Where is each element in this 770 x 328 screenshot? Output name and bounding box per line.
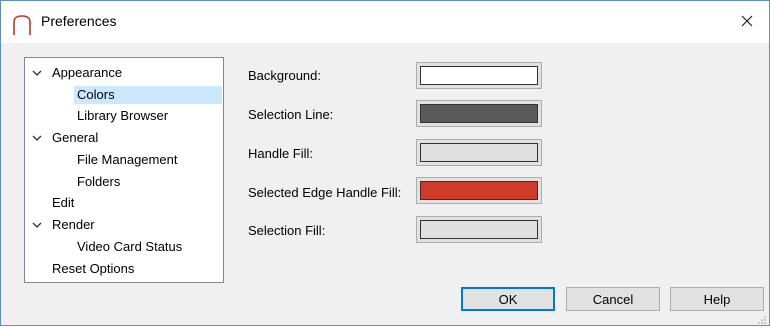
handle-fill-color-button[interactable] [416,139,542,166]
tree-item-label: Video Card Status [77,239,183,254]
selection-line-color-button[interactable] [416,100,542,127]
background-label: Background: [248,68,321,83]
title-bar[interactable]: Preferences [1,1,769,43]
tree-item-label: Colors [77,87,115,102]
chevron-down-icon[interactable] [31,219,43,231]
selection-fill-color-button[interactable] [416,216,542,243]
selection-fill-color-swatch [420,220,538,239]
tree-item-colors[interactable]: Colors [74,86,222,104]
tree-item-reset-options[interactable]: Reset Options [49,260,137,278]
chevron-down-icon[interactable] [31,67,43,79]
category-tree[interactable]: Appearance Colors Library Browser Genera… [24,57,224,283]
help-button[interactable]: Help [670,287,764,311]
tree-item-label: Reset Options [52,261,135,276]
tree-item-label: Appearance [52,65,123,80]
tree-item-video-card-status[interactable]: Video Card Status [74,238,185,256]
window-title: Preferences [41,13,117,29]
tree-item-library-browser[interactable]: Library Browser [74,107,171,125]
tree-item-label: File Management [77,152,178,167]
tree-item-label: Render [52,217,95,232]
chevron-down-icon[interactable] [31,132,43,144]
handle-fill-label: Handle Fill: [248,146,314,161]
handle-fill-color-swatch [420,143,538,162]
background-color-button[interactable] [416,62,542,89]
selection-line-color-swatch [420,104,538,123]
selected-edge-handle-fill-color-button[interactable] [416,177,542,204]
tree-item-label: General [52,130,99,145]
resize-grip-icon[interactable] [757,313,767,324]
selection-fill-label: Selection Fill: [248,223,326,238]
tree-item-file-management[interactable]: File Management [74,151,180,169]
tree-item-folders[interactable]: Folders [74,173,123,191]
cancel-button[interactable]: Cancel [566,287,660,311]
tree-item-edit[interactable]: Edit [49,194,77,212]
background-color-swatch [420,66,538,85]
ok-button[interactable]: OK [461,287,555,311]
tree-item-label: Library Browser [77,108,169,123]
arch-app-icon [11,14,33,36]
selection-line-label: Selection Line: [248,107,334,122]
selected-edge-handle-fill-label: Selected Edge Handle Fill: [248,185,402,200]
preferences-dialog: Preferences Appearance Colors Library Br… [0,0,770,326]
tree-item-label: Edit [52,195,75,210]
selected-edge-handle-fill-color-swatch [420,181,538,200]
close-button[interactable] [725,1,769,43]
tree-item-label: Folders [77,174,121,189]
close-icon [741,15,753,30]
